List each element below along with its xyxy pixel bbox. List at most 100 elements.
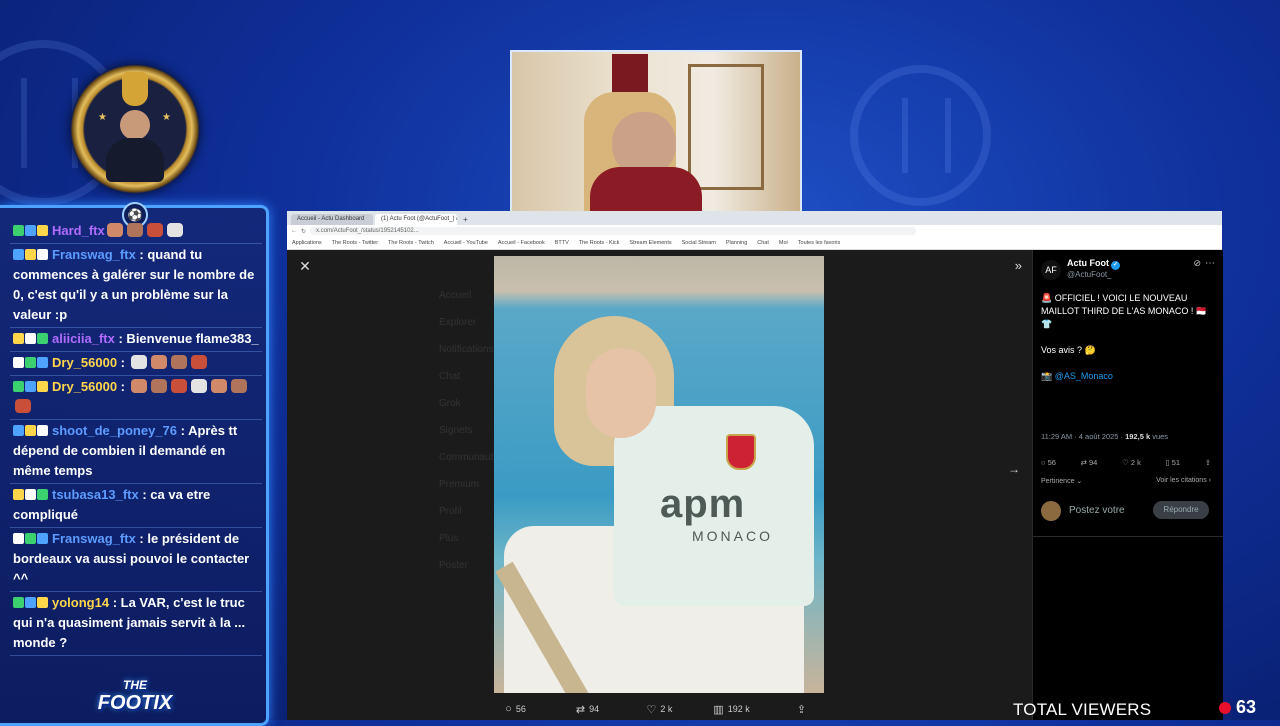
bookmark-item[interactable]: Accueil - YouTube xyxy=(444,240,488,246)
verified-icon: ✓ xyxy=(1111,261,1120,270)
user-badges xyxy=(13,329,49,349)
reply-button[interactable]: Répondre xyxy=(1153,501,1209,519)
like-count[interactable]: ♡ 2 k xyxy=(1122,458,1141,467)
background-nav-item: Poster xyxy=(439,560,468,571)
share-icon: ⇪ xyxy=(796,703,807,716)
close-viewer-button[interactable]: ✕ xyxy=(297,258,313,274)
bookmark-item[interactable]: The Roots - Twitch xyxy=(388,240,434,246)
chat-text: : xyxy=(117,355,129,370)
emote-icon xyxy=(146,223,163,237)
user-badges xyxy=(13,245,49,265)
bookmark-item[interactable]: The Roots - Kick xyxy=(579,240,620,246)
badge-icon xyxy=(25,381,36,392)
bookmark-count[interactable]: ▯ 51 xyxy=(1165,458,1180,467)
more-icon[interactable]: ⋯ xyxy=(1205,258,1215,269)
background-nav-item: Explorer xyxy=(439,317,477,328)
total-viewers-label: TOTAL VIEWERS xyxy=(1013,700,1152,719)
next-image-button[interactable]: → xyxy=(1006,462,1022,478)
bookmark-item[interactable]: Stream Elements xyxy=(629,240,671,246)
star-icon: ★ xyxy=(162,112,171,123)
tab-dashboard[interactable]: Accueil - Actu Dashboard xyxy=(291,214,373,225)
monaco-crest xyxy=(726,434,756,470)
tweet-panel: AF Actu Foot ✓ @ActuFoot_ ⊘ ⋯ 🚨 OFFICIEL … xyxy=(1032,250,1223,720)
bookmark-item[interactable]: Applications xyxy=(292,240,322,246)
chat-text: : Bienvenue flame383_ xyxy=(114,331,259,346)
background-nav-item: Premium xyxy=(439,479,480,490)
emote-icon xyxy=(230,379,247,393)
user-badges xyxy=(13,377,49,397)
reply-input[interactable]: Postez votre xyxy=(1069,505,1125,516)
chat-username[interactable]: shoot_de_poney_76 xyxy=(52,423,177,438)
chat-username[interactable]: yolong14 xyxy=(52,595,109,610)
bookmarks-bar: Applications The Roots - Twitter The Roots… xyxy=(287,237,1222,250)
repost-icon: ⇄ xyxy=(575,703,586,716)
badge-icon xyxy=(37,381,48,392)
sort-dropdown[interactable]: Pertinence ⌄ xyxy=(1041,477,1082,485)
reply-icon: ○ xyxy=(505,703,512,715)
reply-button[interactable]: ○ 56 xyxy=(480,698,552,720)
chat-username[interactable]: tsubasa13_ftx xyxy=(52,487,139,502)
chat-message-list[interactable]: Hard_ftx Franswag_ftx : quand tu commence… xyxy=(10,220,262,656)
user-badges xyxy=(13,529,49,549)
bookmark-item[interactable]: Chat xyxy=(757,240,769,246)
background-nav-item: Grok xyxy=(439,398,461,409)
like-button[interactable]: ♡ 2 k xyxy=(624,698,696,720)
chat-message: Dry_56000 : xyxy=(10,376,262,420)
chat-username[interactable]: Franswag_ftx xyxy=(52,247,136,262)
url-input[interactable]: x.com/ActuFoot_/status/1952145102... xyxy=(310,227,917,235)
bookmark-item[interactable]: Planning xyxy=(726,240,747,246)
shirt-sponsor-sub: MONACO xyxy=(692,528,773,544)
badge-icon xyxy=(25,249,36,260)
badge-icon xyxy=(13,357,24,368)
user-badges xyxy=(13,593,49,613)
badge-icon xyxy=(25,597,36,608)
bookmark-item[interactable]: Social Stream xyxy=(682,240,716,246)
expand-panel-button[interactable]: » xyxy=(1015,258,1022,273)
reply-count[interactable]: ○ 56 xyxy=(1041,458,1056,467)
tab-actu-foot[interactable]: (1) Actu Foot (@ActuFoot_) / X xyxy=(375,214,457,225)
chat-username[interactable]: Franswag_ftx xyxy=(52,531,136,546)
repost-button[interactable]: ⇄ 94 xyxy=(552,698,624,720)
new-tab-button[interactable]: + xyxy=(459,214,472,225)
account-name[interactable]: Actu Foot xyxy=(1067,258,1109,268)
bookmark-item[interactable]: Moi xyxy=(779,240,788,246)
badge-icon xyxy=(25,225,36,236)
account-avatar[interactable]: AF xyxy=(1041,260,1061,280)
reload-icon[interactable]: ↻ xyxy=(301,228,306,235)
emote-icon xyxy=(210,379,227,393)
emote-icon xyxy=(130,355,147,369)
bookmark-item[interactable]: BTTV xyxy=(555,240,569,246)
chat-username[interactable]: aliiciia_ftx xyxy=(52,331,115,346)
share-icon[interactable]: ⇪ xyxy=(1205,458,1211,467)
chat-username[interactable]: Hard_ftx xyxy=(52,223,105,238)
badge-icon xyxy=(13,225,24,236)
bookmark-item[interactable]: The Roots - Twitter xyxy=(332,240,378,246)
bookmark-item[interactable]: Accueil - Facebook xyxy=(498,240,545,246)
view-quotes-link[interactable]: Voir les citations › xyxy=(1156,477,1211,484)
badge-icon xyxy=(25,533,36,544)
emote-icon xyxy=(106,223,123,237)
background-nav-item: Plus xyxy=(439,533,459,544)
user-badges xyxy=(13,221,49,241)
chat-message: aliiciia_ftx : Bienvenue flame383_ xyxy=(10,328,262,352)
views-icon: ▥ xyxy=(713,703,724,716)
bookmark-item[interactable]: Toutes les favoris xyxy=(798,240,841,246)
badge-icon xyxy=(37,249,48,260)
tweet-photo[interactable]: apm MONACO xyxy=(494,256,824,693)
chat-message: Hard_ftx xyxy=(10,220,262,244)
grok-icon[interactable]: ⊘ xyxy=(1193,258,1201,269)
badge-icon xyxy=(37,489,48,500)
chat-username[interactable]: Dry_56000 xyxy=(52,379,117,394)
background-nav-item: Accueil xyxy=(439,290,472,301)
chat-username[interactable]: Dry_56000 xyxy=(52,355,117,370)
back-icon[interactable]: ← xyxy=(291,228,297,234)
tab-bar: Accueil - Actu Dashboard (1) Actu Foot (… xyxy=(287,211,1222,225)
mention-link[interactable]: 📸 @AS_Monaco xyxy=(1041,370,1213,383)
account-handle[interactable]: @ActuFoot_ xyxy=(1067,270,1112,279)
share-button[interactable]: ⇪ xyxy=(768,698,840,720)
views-button[interactable]: ▥ 192 k xyxy=(696,698,768,720)
footix-logo: THE FOOTIX xyxy=(97,678,173,714)
webcam-feed xyxy=(510,50,802,214)
repost-count[interactable]: ⇄ 94 xyxy=(1081,458,1098,467)
chat-message: Franswag_ftx : le président de bordeaux … xyxy=(10,528,262,592)
